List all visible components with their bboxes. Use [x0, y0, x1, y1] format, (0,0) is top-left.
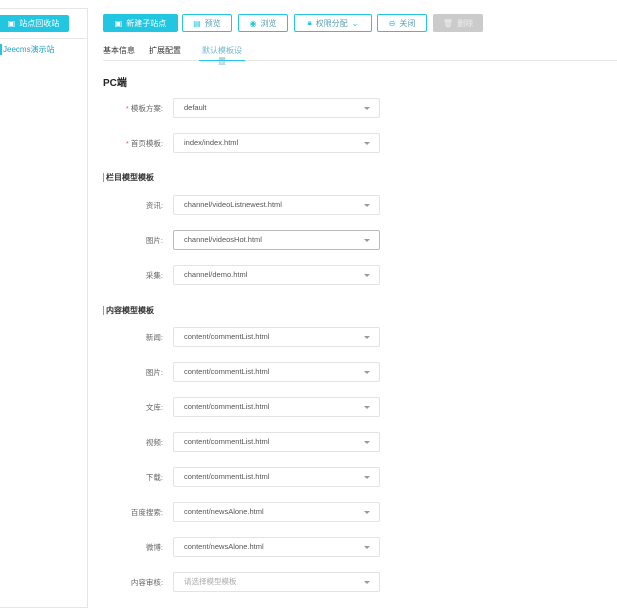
field-label: 微博:	[146, 542, 163, 553]
caret-down-icon	[364, 406, 370, 409]
select-value: content/newsAlone.html	[184, 507, 264, 516]
label-text: 模板方案:	[130, 104, 163, 113]
chevron-down-icon: ⌄	[351, 18, 359, 28]
field-label: * 模板方案:	[126, 103, 163, 114]
caret-down-icon	[364, 581, 370, 584]
caret-down-icon	[364, 441, 370, 444]
caret-down-icon	[364, 274, 370, 277]
trash-icon: ▣	[7, 19, 16, 28]
browse-button[interactable]: ◉ 浏览	[238, 14, 288, 32]
caret-down-icon	[364, 546, 370, 549]
document-icon: ▤	[193, 18, 201, 28]
field-label: 视频:	[146, 437, 163, 448]
template-select[interactable]: content/commentList.html	[173, 362, 380, 382]
label-text: 首页模板:	[130, 139, 163, 148]
new-subsite-button[interactable]: ▣ 新建子站点	[103, 14, 178, 32]
close-button[interactable]: ⊖ 关闭	[377, 14, 427, 32]
select-value: index/index.html	[184, 138, 239, 147]
template-select[interactable]: channel/videosHot.html	[173, 230, 380, 250]
field-label: 采集:	[146, 270, 163, 281]
delete-button[interactable]: 🗑︎ 删除	[433, 14, 483, 32]
tab-bar: 基本信息 扩展配置 默认模板设置	[103, 45, 617, 66]
template-select[interactable]: content/commentList.html	[173, 327, 380, 347]
field-label: 图片:	[146, 235, 163, 246]
caret-down-icon	[364, 204, 370, 207]
section-title-channel: 栏目模型模板	[103, 173, 154, 182]
preview-button[interactable]: ▤ 预览	[182, 14, 232, 32]
select-value: content/commentList.html	[184, 437, 270, 446]
template-select[interactable]: content/newsAlone.html	[173, 502, 380, 522]
template-select[interactable]: index/index.html	[173, 133, 380, 153]
label-text: 百度搜索:	[130, 508, 163, 517]
label-text: 新闻:	[145, 333, 163, 342]
minus-circle-icon: ⊖	[388, 18, 396, 28]
required-mark: *	[125, 104, 129, 113]
caret-down-icon	[364, 511, 370, 514]
template-select[interactable]: content/commentList.html	[173, 467, 380, 487]
select-value: content/commentList.html	[184, 332, 270, 341]
label-text: 图片:	[145, 236, 163, 245]
field-label: 图片:	[146, 367, 163, 378]
field-label: 百度搜索:	[131, 507, 163, 518]
label-text: 采集:	[145, 271, 163, 280]
caret-down-icon	[364, 142, 370, 145]
label-text: 内容审核:	[130, 578, 163, 587]
field-label: * 首页模板:	[126, 138, 163, 149]
select-value: default	[184, 103, 207, 112]
label-text: 图片:	[145, 368, 163, 377]
lock-icon: 🔒︎	[307, 18, 312, 27]
tab-basic-info[interactable]: 基本信息	[103, 45, 135, 61]
site-tree-item[interactable]: Jeecms演示站	[0, 44, 55, 55]
select-value: content/newsAlone.html	[184, 542, 264, 551]
field-label: 下载:	[146, 472, 163, 483]
template-select[interactable]: content/newsAlone.html	[173, 537, 380, 557]
label-text: 文库:	[145, 403, 163, 412]
select-value: channel/demo.html	[184, 270, 248, 279]
template-select[interactable]: channel/demo.html	[173, 265, 380, 285]
select-value: content/commentList.html	[184, 367, 270, 376]
divider	[0, 38, 87, 39]
label-text: 视频:	[145, 438, 163, 447]
field-label: 新闻:	[146, 332, 163, 343]
required-mark: *	[125, 139, 129, 148]
field-label: 内容审核:	[131, 577, 163, 588]
caret-down-icon	[364, 239, 370, 242]
permission-dropdown-button[interactable]: 🔒︎ 权限分配 ⌄	[294, 14, 372, 32]
add-icon: ▣	[114, 18, 123, 28]
field-label: 资讯:	[146, 200, 163, 211]
select-value: channel/videosHot.html	[184, 235, 262, 244]
label-text: 微博:	[145, 543, 163, 552]
section-title-pc: PC端	[103, 78, 127, 89]
trash-icon: 🗑︎	[442, 18, 454, 28]
caret-down-icon	[364, 476, 370, 479]
field-label: 文库:	[146, 402, 163, 413]
eye-icon: ◉	[249, 18, 257, 28]
select-value: channel/videoListnewest.html	[184, 200, 282, 209]
sidebar: ▣ 站点回收站 Jeecms演示站	[0, 8, 88, 608]
label-text: 下载:	[145, 473, 163, 482]
caret-down-icon	[364, 371, 370, 374]
select-value: content/commentList.html	[184, 402, 270, 411]
template-select[interactable]: content/commentList.html	[173, 397, 380, 417]
tab-extend-config[interactable]: 扩展配置	[149, 45, 181, 61]
template-select[interactable]: 请选择模型模板	[173, 572, 380, 592]
tab-default-template[interactable]: 默认模板设置	[199, 45, 245, 66]
select-value: 请选择模型模板	[184, 577, 237, 586]
caret-down-icon	[364, 336, 370, 339]
template-select[interactable]: channel/videoListnewest.html	[173, 195, 380, 215]
caret-down-icon	[364, 107, 370, 110]
site-recycle-button[interactable]: ▣ 站点回收站	[0, 15, 69, 32]
section-title-content: 内容模型模板	[103, 306, 154, 315]
template-select[interactable]: content/commentList.html	[173, 432, 380, 452]
label-text: 资讯:	[145, 201, 163, 210]
select-value: content/commentList.html	[184, 472, 270, 481]
template-select[interactable]: default	[173, 98, 380, 118]
